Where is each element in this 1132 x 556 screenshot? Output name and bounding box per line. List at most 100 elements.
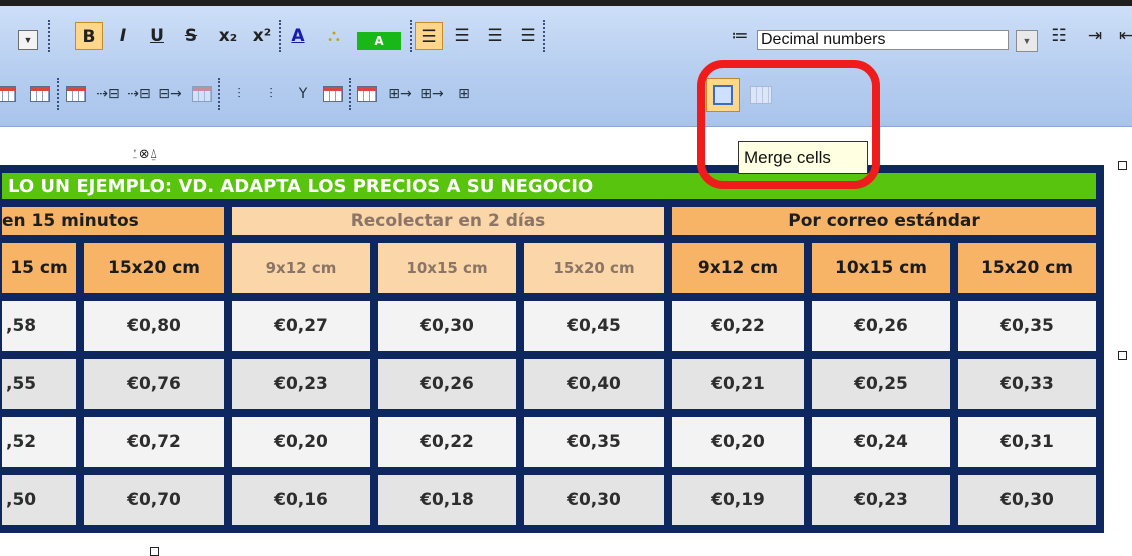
price-table-area: LO UN EJEMPLO: VD. ADAPTA LOS PRECIOS A … xyxy=(0,161,1132,556)
strikethrough-button[interactable]: S xyxy=(177,22,205,50)
price-cell[interactable]: €0,23 xyxy=(232,359,370,409)
resize-handle[interactable] xyxy=(150,547,159,556)
price-cell[interactable]: €0,25 xyxy=(812,359,950,409)
toolbar-separator xyxy=(543,20,548,52)
price-cell[interactable]: €0,30 xyxy=(524,475,664,525)
size-header-cell[interactable]: 15x20 cm xyxy=(958,243,1096,293)
price-cell[interactable]: €0,27 xyxy=(232,301,370,351)
price-cell[interactable]: €0,22 xyxy=(378,417,516,467)
price-cell[interactable]: ,58 xyxy=(2,301,76,351)
font-color-button[interactable]: A xyxy=(284,22,312,50)
align-center-icon[interactable]: ☰ xyxy=(448,22,476,50)
insert-column-after-icon[interactable]: ⫶ xyxy=(258,80,284,108)
price-cell[interactable]: €0,20 xyxy=(232,417,370,467)
toolbar-separator xyxy=(218,78,223,110)
table-row: ,50 €0,70 €0,16 €0,18 €0,30 €0,19 €0,23 … xyxy=(2,475,1096,525)
price-cell[interactable]: ,52 xyxy=(2,417,76,467)
table-properties-icon[interactable] xyxy=(0,86,16,102)
group-header-pickup[interactable]: Recolectar en 2 días xyxy=(232,207,664,235)
split-column-icon[interactable] xyxy=(323,86,343,102)
price-cell[interactable]: €0,33 xyxy=(958,359,1096,409)
numbered-list-icon[interactable]: ≔ xyxy=(726,22,754,50)
price-cell[interactable]: €0,26 xyxy=(378,359,516,409)
bulleted-list-icon[interactable]: ☷ xyxy=(1045,22,1073,50)
size-header-cell[interactable]: 15 cm xyxy=(2,243,76,293)
cell-properties-icon[interactable] xyxy=(30,86,50,102)
formatting-toolbar-row: ▼ B I U S x₂ x² A ⛬ A ☰ ☰ ☰ ☰ ≔ Decimal … xyxy=(0,18,1132,58)
group-header-express[interactable]: en 15 minutos xyxy=(2,207,224,235)
price-cell[interactable]: €0,18 xyxy=(378,475,516,525)
size-header-cell[interactable]: 9x12 cm xyxy=(232,243,370,293)
table-row: ,58 €0,80 €0,27 €0,30 €0,45 €0,22 €0,26 … xyxy=(2,301,1096,351)
editor-toolbar: ▼ B I U S x₂ x² A ⛬ A ☰ ☰ ☰ ☰ ≔ Decimal … xyxy=(0,0,1132,127)
price-cell[interactable]: €0,40 xyxy=(524,359,664,409)
toolbar-separator xyxy=(57,78,62,110)
table-row: ,52 €0,72 €0,20 €0,22 €0,35 €0,20 €0,24 … xyxy=(2,417,1096,467)
italic-button[interactable]: I xyxy=(109,22,137,50)
price-cell[interactable]: €0,19 xyxy=(672,475,804,525)
group-header-mail[interactable]: Por correo estándar xyxy=(672,207,1096,235)
highlight-annotation xyxy=(697,60,880,189)
price-cell[interactable]: ,50 xyxy=(2,475,76,525)
table-title-row: LO UN EJEMPLO: VD. ADAPTA LOS PRECIOS A … xyxy=(2,173,1096,199)
delete-cell-icon[interactable]: ⊞ xyxy=(451,80,477,108)
split-cell-icon[interactable] xyxy=(357,86,377,102)
size-header-cell[interactable]: 10x15 cm xyxy=(378,243,516,293)
price-cell[interactable]: €0,72 xyxy=(84,417,224,467)
highlight-color-button[interactable]: A xyxy=(357,32,401,50)
price-cell[interactable]: €0,20 xyxy=(672,417,804,467)
align-left-icon[interactable]: ☰ xyxy=(415,22,443,50)
underline-button[interactable]: U xyxy=(143,22,171,50)
table-row: ,55 €0,76 €0,23 €0,26 €0,40 €0,21 €0,25 … xyxy=(2,359,1096,409)
price-cell[interactable]: €0,16 xyxy=(232,475,370,525)
list-style-select[interactable]: Decimal numbers xyxy=(757,30,1009,50)
toolbar-separator xyxy=(48,20,53,52)
insert-cell-after-icon[interactable]: ⊞→ xyxy=(419,80,445,108)
paint-bucket-icon[interactable]: ⛬ xyxy=(320,22,348,50)
font-size-dropdown-button[interactable]: ▼ xyxy=(18,30,38,50)
price-cell[interactable]: €0,31 xyxy=(958,417,1096,467)
price-cell[interactable]: €0,26 xyxy=(812,301,950,351)
bold-button[interactable]: B xyxy=(75,22,103,50)
price-cell[interactable]: €0,45 xyxy=(524,301,664,351)
price-cell[interactable]: €0,76 xyxy=(84,359,224,409)
insert-row-after-icon[interactable]: ⇢⊟ xyxy=(126,80,152,108)
group-header-row: en 15 minutos Recolectar en 2 días Por c… xyxy=(2,207,1096,235)
chevron-down-icon[interactable]: ▼ xyxy=(1016,30,1038,52)
resize-handle[interactable] xyxy=(1118,161,1127,170)
price-cell[interactable]: €0,35 xyxy=(524,417,664,467)
insert-column-before-icon[interactable]: ⫶ xyxy=(226,80,252,108)
price-cell[interactable]: €0,21 xyxy=(672,359,804,409)
price-cell[interactable]: €0,22 xyxy=(672,301,804,351)
window-top-border xyxy=(0,0,1132,6)
subscript-button[interactable]: x₂ xyxy=(214,22,242,50)
indent-icon[interactable]: ⇥ xyxy=(1081,22,1109,50)
size-header-cell[interactable]: 10x15 cm xyxy=(812,243,950,293)
resize-handle[interactable] xyxy=(1118,351,1127,360)
justify-icon[interactable]: ☰ xyxy=(514,22,542,50)
table-toolbar-row: ⇢⊟ ⇢⊟ ⊟→ ⫶ ⫶ Y ⊞→ ⊞→ ⊞ xyxy=(0,76,1132,116)
delete-row-icon[interactable]: ⊟→ xyxy=(157,80,183,108)
row-properties-icon[interactable] xyxy=(66,86,86,102)
price-cell[interactable]: ,55 xyxy=(2,359,76,409)
price-cell[interactable]: €0,35 xyxy=(958,301,1096,351)
align-right-icon[interactable]: ☰ xyxy=(481,22,509,50)
delete-column-icon[interactable]: Y xyxy=(290,80,316,108)
split-row-icon[interactable] xyxy=(192,86,212,102)
table-title[interactable]: LO UN EJEMPLO: VD. ADAPTA LOS PRECIOS A … xyxy=(2,173,1096,199)
price-cell[interactable]: €0,80 xyxy=(84,301,224,351)
price-cell[interactable]: €0,30 xyxy=(958,475,1096,525)
price-cell[interactable]: €0,24 xyxy=(812,417,950,467)
size-header-cell[interactable]: 15x20 cm xyxy=(84,243,224,293)
outdent-icon[interactable]: ⇤ xyxy=(1112,22,1132,50)
insert-row-before-icon[interactable]: ⇢⊟ xyxy=(95,80,121,108)
insert-cell-before-icon[interactable]: ⊞→ xyxy=(387,80,413,108)
price-cell[interactable]: €0,30 xyxy=(378,301,516,351)
price-cell[interactable]: €0,70 xyxy=(84,475,224,525)
size-header-cell[interactable]: 9x12 cm xyxy=(672,243,804,293)
size-header-row: 15 cm 15x20 cm 9x12 cm 10x15 cm 15x20 cm… xyxy=(2,243,1096,293)
size-header-cell[interactable]: 15x20 cm xyxy=(524,243,664,293)
superscript-button[interactable]: x² xyxy=(248,22,276,50)
price-cell[interactable]: €0,23 xyxy=(812,475,950,525)
toolbar-separator xyxy=(349,78,354,110)
